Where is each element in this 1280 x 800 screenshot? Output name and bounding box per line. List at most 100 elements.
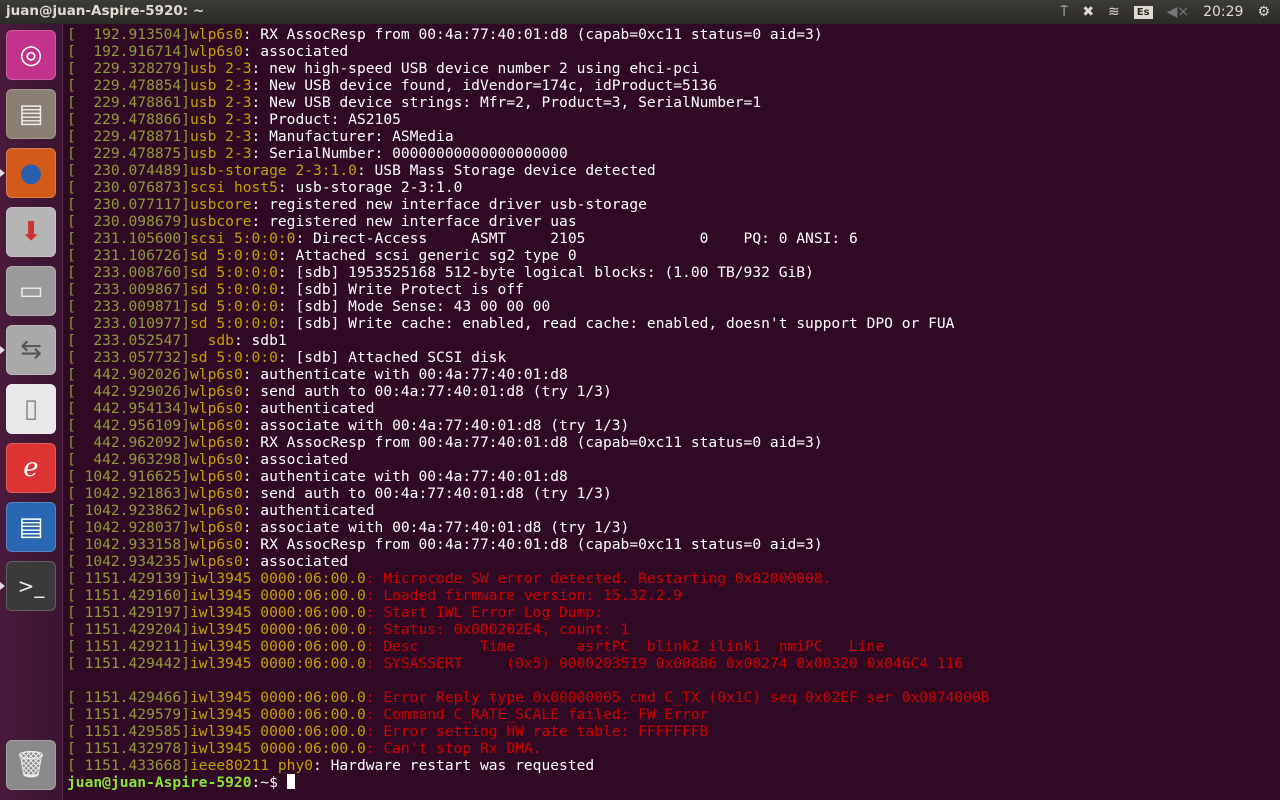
log-device: iwl3945 0000:06:00.0	[190, 587, 366, 604]
log-device: wlp6s0	[190, 451, 243, 468]
log-device: iwl3945 0000:06:00.0	[190, 740, 366, 757]
log-device: iwl3945 0000:06:00.0	[190, 570, 366, 587]
log-timestamp: [ 1151.429139]	[67, 570, 191, 587]
firefox-icon[interactable]: ●	[6, 148, 56, 198]
log-device: sd 5:0:0:0	[190, 349, 278, 366]
log-message: : RX AssocResp from 00:4a:77:40:01:d8 (c…	[242, 434, 823, 451]
log-device: usb 2-3	[190, 94, 252, 111]
log-message: : [sdb] Attached SCSI disk	[277, 349, 507, 366]
log-timestamp: [ 1151.429197]	[67, 604, 191, 621]
log-device: wlp6s0	[190, 536, 243, 553]
log-message: : Status: 0x000202E4, count: 1	[365, 621, 630, 638]
log-timestamp: [ 1042.923862]	[67, 502, 191, 519]
log-message: : Start IWL Error Log Dump:	[365, 604, 603, 621]
log-device: wlp6s0	[190, 519, 243, 536]
log-message: : Error setting HW rate table: FFFFFFFB	[365, 723, 709, 740]
clock[interactable]: 20:29	[1203, 4, 1243, 20]
log-line: [ 233.057732]sd 5:0:0:0: [sdb] Attached …	[67, 349, 990, 366]
log-line: [ 229.478854]usb 2-3: New USB device fou…	[67, 77, 990, 94]
document-viewer-icon[interactable]: ℯ	[6, 443, 56, 493]
log-device: wlp6s0	[190, 400, 243, 417]
volume-muted-icon[interactable]: ◀×	[1167, 4, 1190, 20]
log-line: [ 230.077117]usbcore: registered new int…	[67, 196, 990, 213]
log-message: : Product: AS2105	[251, 111, 401, 128]
log-message: : Loaded firmware version: 15.32.2.9	[365, 587, 683, 604]
writer-icon[interactable]: ▤	[6, 502, 56, 552]
log-device: wlp6s0	[190, 434, 243, 451]
log-line: [ 442.956109]wlp6s0: associate with 00:4…	[67, 417, 990, 434]
log-message: : Desc Time asrtPC blink2 ilink1 nmiPC L…	[365, 638, 885, 655]
log-device: scsi 5:0:0:0	[190, 230, 296, 247]
log-line: [ 1042.934235]wlp6s0: associated	[67, 553, 990, 570]
log-line: [ 192.913504]wlp6s0: RX AssocResp from 0…	[67, 26, 990, 43]
log-line: [ 1151.429139]iwl3945 0000:06:00.0: Micr…	[67, 570, 990, 587]
dropbox-icon[interactable]: ✖	[1082, 4, 1094, 20]
software-installer-icon[interactable]: ⬇	[6, 207, 56, 257]
log-line: [ 1042.923862]wlp6s0: authenticated	[67, 502, 990, 519]
log-timestamp: [ 230.074489]	[67, 162, 191, 179]
log-device: iwl3945 0000:06:00.0	[190, 655, 366, 672]
log-line: [ 1151.429579]iwl3945 0000:06:00.0: Comm…	[67, 706, 990, 723]
log-device: iwl3945 0000:06:00.0	[190, 723, 366, 740]
top-panel: juan@juan-Aspire-5920: ~ ⍑ ✖ ≋ Es ◀× 20:…	[0, 0, 1280, 24]
keyboard-layout-indicator[interactable]: Es	[1133, 5, 1153, 19]
log-line: [ 231.106726]sd 5:0:0:0: Attached scsi g…	[67, 247, 990, 264]
terminal-scrollbar[interactable]	[1268, 24, 1280, 800]
log-line: [ 233.052547] sdb: sdb1	[67, 332, 990, 349]
log-device: wlp6s0	[190, 553, 243, 570]
files-icon[interactable]: ▤	[6, 89, 56, 139]
log-device: wlp6s0	[190, 468, 243, 485]
disks-icon[interactable]: ▭	[6, 266, 56, 316]
log-timestamp: [ 1151.429466]	[67, 689, 191, 706]
log-line: [ 1151.429204]iwl3945 0000:06:00.0: Stat…	[67, 621, 990, 638]
usb-creator-icon[interactable]: ⇆	[6, 325, 56, 375]
trash-icon[interactable]: 🗑	[6, 740, 56, 790]
log-message: : Can't stop Rx DMA.	[365, 740, 542, 757]
log-timestamp: [ 442.962092]	[67, 434, 191, 451]
log-timestamp: [ 229.328279]	[67, 60, 191, 77]
log-device: sd 5:0:0:0	[190, 264, 278, 281]
log-timestamp: [ 230.077117]	[67, 196, 191, 213]
log-message: : associated	[242, 553, 349, 570]
log-timestamp: [ 230.076873]	[67, 179, 191, 196]
log-line: [ 1151.429160]iwl3945 0000:06:00.0: Load…	[67, 587, 990, 604]
terminal-icon[interactable]: >_	[6, 561, 56, 611]
prompt-line[interactable]: juan@juan-Aspire-5920:~$	[67, 774, 990, 791]
log-line: [ 229.478875]usb 2-3: SerialNumber: 0000…	[67, 145, 990, 162]
log-timestamp: [ 1151.429585]	[67, 723, 191, 740]
ubuntu-dash-icon[interactable]: ◎	[6, 30, 56, 80]
log-timestamp: [ 233.009867]	[67, 281, 191, 298]
log-device: usb-storage 2-3:1.0	[190, 162, 357, 179]
terminal-window[interactable]: [ 192.913504]wlp6s0: RX AssocResp from 0…	[62, 24, 1268, 800]
accessibility-icon[interactable]: ⍑	[1060, 4, 1068, 20]
launcher: ◎ ▤ ● ⬇ ▭ ⇆ ▯ ℯ ▤ >_ 🗑	[0, 24, 63, 800]
log-message: : RX AssocResp from 00:4a:77:40:01:d8 (c…	[242, 26, 823, 43]
log-line: [ 230.074489]usb-storage 2-3:1.0: USB Ma…	[67, 162, 990, 179]
log-device: wlp6s0	[190, 383, 243, 400]
log-device: usb 2-3	[190, 128, 252, 145]
log-device: sd 5:0:0:0	[190, 315, 278, 332]
log-device: scsi host5	[190, 179, 278, 196]
power-gear-icon[interactable]: ⚙	[1257, 4, 1270, 20]
log-line: [ 1151.432978]iwl3945 0000:06:00.0: Can'…	[67, 740, 990, 757]
log-message: : associate with 00:4a:77:40:01:d8 (try …	[242, 519, 630, 536]
cursor	[286, 774, 295, 789]
log-device: usb 2-3	[190, 60, 252, 77]
log-message: : Microcode SW error detected. Restartin…	[365, 570, 832, 587]
log-timestamp: [ 233.010977]	[67, 315, 191, 332]
wifi-icon[interactable]: ≋	[1108, 4, 1120, 20]
log-line: [ 1151.429442]iwl3945 0000:06:00.0: SYSA…	[67, 655, 990, 672]
log-message: : New USB device found, idVendor=174c, i…	[251, 77, 718, 94]
log-message: : authenticate with 00:4a:77:40:01:d8	[242, 366, 568, 383]
log-timestamp: [ 442.954134]	[67, 400, 191, 417]
log-message: : SYSASSERT (0x5) 0000203519 0x008B6 0x0…	[365, 655, 964, 672]
log-line: [ 1042.921863]wlp6s0: send auth to 00:4a…	[67, 485, 990, 502]
window-title: juan@juan-Aspire-5920: ~	[6, 3, 205, 19]
log-message: : Hardware restart was requested	[313, 757, 595, 774]
log-line: [ 229.478861]usb 2-3: New USB device str…	[67, 94, 990, 111]
log-message: : Direct-Access ASMT 2105 0 PQ: 0 ANSI: …	[295, 230, 858, 247]
text-editor-icon[interactable]: ▯	[6, 384, 56, 434]
log-device: wlp6s0	[190, 417, 243, 434]
log-device: wlp6s0	[190, 26, 243, 43]
log-line: [ 442.963298]wlp6s0: associated	[67, 451, 990, 468]
